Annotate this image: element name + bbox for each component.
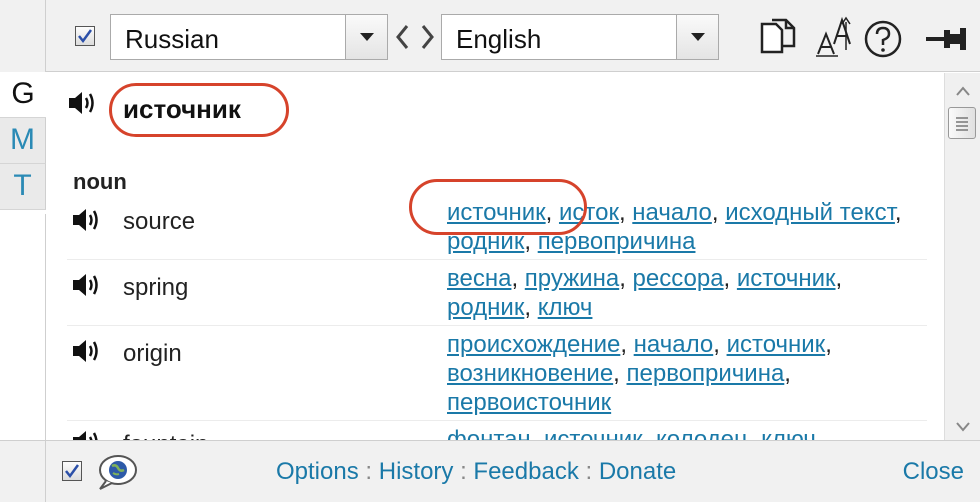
translation-link[interactable]: первопричина — [627, 360, 785, 387]
speaker-icon[interactable] — [71, 338, 101, 364]
dropdown-arrow-icon[interactable] — [345, 15, 387, 59]
translation-link[interactable]: колодец — [656, 426, 748, 440]
speaker-icon[interactable] — [71, 207, 101, 233]
target-language-value: English — [456, 24, 542, 54]
translation-link[interactable]: родник — [447, 228, 524, 255]
footer-gutter — [0, 441, 46, 502]
translation-link[interactable]: источник — [727, 331, 826, 358]
options-link[interactable]: Options — [276, 458, 359, 485]
translation-link[interactable]: ключ — [538, 294, 593, 321]
scroll-up-icon[interactable] — [955, 83, 971, 96]
tab-google[interactable]: G — [0, 72, 46, 118]
speaker-icon[interactable] — [67, 90, 97, 116]
pin-icon[interactable] — [924, 24, 968, 59]
translation-link[interactable]: рессора — [633, 265, 724, 292]
headword: источник — [123, 94, 241, 124]
translation-link[interactable]: происхождение — [447, 331, 620, 358]
font-size-icon[interactable] — [814, 14, 856, 63]
dropdown-arrow-icon[interactable] — [676, 15, 718, 59]
row-divider — [67, 420, 927, 421]
speaker-icon[interactable] — [71, 429, 101, 440]
side-tabs: G M T — [0, 72, 46, 214]
tab-microsoft[interactable]: M — [0, 118, 46, 164]
checkbox-icon[interactable] — [62, 461, 82, 481]
term-fountain: fountain — [123, 431, 208, 440]
scrollbar-thumb[interactable] — [948, 107, 976, 139]
translation-link[interactable]: фонтан — [447, 426, 531, 440]
separator: : — [460, 458, 467, 485]
translation-link[interactable]: начало — [632, 199, 712, 226]
translation-link[interactable]: пружина — [525, 265, 619, 292]
feedback-link[interactable]: Feedback — [473, 458, 578, 485]
footer-links: Options : History : Feedback : Donate — [276, 458, 676, 486]
translation-link[interactable]: источник — [447, 199, 546, 226]
translation-link[interactable]: весна — [447, 265, 511, 292]
translator-popup: Russian English G M T источник noun sour… — [0, 0, 980, 502]
speaker-icon[interactable] — [71, 272, 101, 298]
row-divider — [67, 259, 927, 260]
row-divider — [67, 325, 927, 326]
source-language-value: Russian — [125, 24, 219, 54]
target-language-select[interactable]: English — [441, 14, 719, 60]
translations-source: источник, исток, начало, исходный текст,… — [447, 199, 902, 255]
globe-chat-icon[interactable] — [96, 453, 138, 496]
part-of-speech: noun — [73, 169, 127, 194]
translation-content: источник noun source источник, исток, на… — [47, 73, 944, 440]
translation-link[interactable]: начало — [634, 331, 714, 358]
toolbar: Russian English — [0, 0, 980, 72]
checkbox-icon[interactable] — [75, 26, 95, 46]
separator: : — [585, 458, 593, 485]
translation-link[interactable]: ключ — [761, 426, 816, 440]
history-link[interactable]: History — [379, 458, 454, 485]
translation-link[interactable]: исток — [559, 199, 619, 226]
separator: : — [365, 458, 373, 485]
translations-spring: весна, пружина, рессора, источник, родни… — [447, 265, 843, 321]
translation-link[interactable]: родник — [447, 294, 524, 321]
close-link[interactable]: Close — [903, 458, 964, 486]
translation-link[interactable]: возникновение — [447, 360, 613, 387]
term-origin: origin — [123, 340, 182, 367]
copy-icon[interactable] — [758, 18, 798, 61]
swap-icon[interactable] — [396, 23, 434, 51]
term-spring: spring — [123, 274, 189, 301]
term-source: source — [123, 208, 196, 235]
vertical-scrollbar[interactable] — [944, 73, 980, 440]
side-tabs-fill — [0, 214, 46, 440]
source-language-select[interactable]: Russian — [110, 14, 388, 60]
translation-link[interactable]: исходный текст — [725, 199, 895, 226]
footer: Options : History : Feedback : Donate Cl… — [0, 440, 980, 502]
scroll-down-icon[interactable] — [955, 419, 971, 432]
donate-link[interactable]: Donate — [599, 458, 676, 485]
translation-link[interactable]: первоисточник — [447, 389, 611, 416]
toolbar-gutter — [0, 0, 46, 72]
translation-link[interactable]: первопричина — [538, 228, 696, 255]
translation-link[interactable]: источник — [544, 426, 643, 440]
translations-origin: происхождение, начало, источник, возникн… — [447, 331, 832, 416]
tab-translate[interactable]: T — [0, 164, 46, 210]
help-icon[interactable] — [864, 20, 902, 63]
translations-fountain: фонтан, источник, колодец, ключ — [447, 425, 927, 440]
translation-link[interactable]: источник — [737, 265, 836, 292]
